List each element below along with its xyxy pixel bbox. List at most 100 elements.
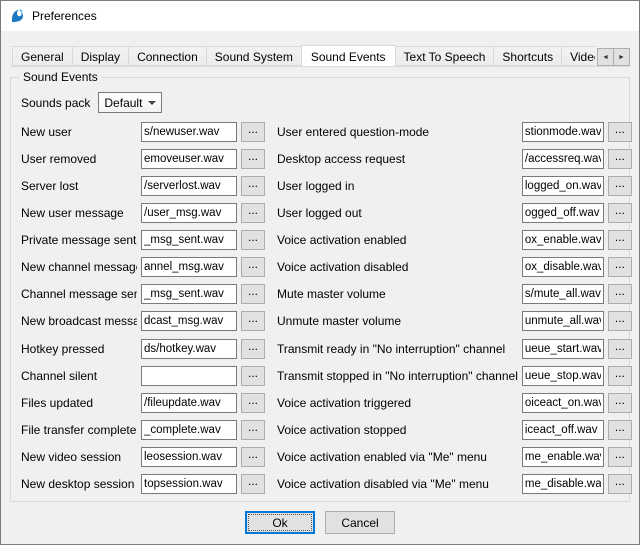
title-bar: Preferences xyxy=(1,1,639,31)
sound-events-groupbox: Sound Events Sounds pack Default New use… xyxy=(10,77,630,502)
sound-file-input[interactable] xyxy=(141,284,237,304)
sound-event-row: Transmit stopped in "No interruption" ch… xyxy=(277,365,632,386)
sound-file-input[interactable] xyxy=(522,474,604,494)
tab-video[interactable]: Video xyxy=(561,46,595,66)
sound-file-input[interactable] xyxy=(141,339,237,359)
browse-button[interactable]: ... xyxy=(241,149,265,169)
sound-file-input[interactable] xyxy=(141,230,237,250)
sound-file-input[interactable] xyxy=(522,339,604,359)
browse-button[interactable]: ... xyxy=(608,176,632,196)
sound-event-label: Desktop access request xyxy=(277,152,518,166)
events-column-left: New user...User removed...Server lost...… xyxy=(21,121,269,495)
browse-button[interactable]: ... xyxy=(241,447,265,467)
sound-file-input[interactable] xyxy=(522,311,604,331)
sound-event-row: File transfer complete... xyxy=(21,420,269,441)
sound-event-row: Hotkey pressed... xyxy=(21,338,269,359)
browse-button[interactable]: ... xyxy=(241,122,265,142)
sound-file-input[interactable] xyxy=(141,420,237,440)
sound-file-input[interactable] xyxy=(141,203,237,223)
browse-button[interactable]: ... xyxy=(608,420,632,440)
browse-button[interactable]: ... xyxy=(608,311,632,331)
browse-button[interactable]: ... xyxy=(608,149,632,169)
browse-button[interactable]: ... xyxy=(608,339,632,359)
sound-event-label: Files updated xyxy=(21,396,137,410)
sound-event-label: Voice activation triggered xyxy=(277,396,518,410)
browse-button[interactable]: ... xyxy=(608,393,632,413)
sound-file-input[interactable] xyxy=(141,393,237,413)
sound-file-input[interactable] xyxy=(522,176,604,196)
browse-button[interactable]: ... xyxy=(608,284,632,304)
sound-file-input[interactable] xyxy=(141,447,237,467)
sound-event-row: Files updated... xyxy=(21,392,269,413)
events-column-right: User entered question-mode...Desktop acc… xyxy=(277,121,632,495)
sound-event-label: User logged in xyxy=(277,179,518,193)
sound-event-label: Transmit stopped in "No interruption" ch… xyxy=(277,369,518,383)
sound-file-input[interactable] xyxy=(522,393,604,413)
sound-event-label: Mute master volume xyxy=(277,287,518,301)
browse-button[interactable]: ... xyxy=(241,311,265,331)
window-title: Preferences xyxy=(32,9,97,23)
cancel-button[interactable]: Cancel xyxy=(325,511,395,534)
sound-file-input[interactable] xyxy=(141,474,237,494)
browse-button[interactable]: ... xyxy=(608,257,632,277)
sound-file-input[interactable] xyxy=(522,230,604,250)
sound-event-label: User removed xyxy=(21,152,137,166)
sound-file-input[interactable] xyxy=(522,149,604,169)
browse-button[interactable]: ... xyxy=(608,447,632,467)
sound-file-input[interactable] xyxy=(522,122,604,142)
sound-file-input[interactable] xyxy=(522,447,604,467)
tab-scroll-right-button[interactable]: ► xyxy=(613,48,630,66)
sound-file-input[interactable] xyxy=(141,311,237,331)
browse-button[interactable]: ... xyxy=(241,284,265,304)
browse-button[interactable]: ... xyxy=(241,474,265,494)
browse-button[interactable]: ... xyxy=(241,257,265,277)
tab-sound-system[interactable]: Sound System xyxy=(206,46,302,66)
sound-file-input[interactable] xyxy=(141,257,237,277)
browse-button[interactable]: ... xyxy=(241,420,265,440)
tab-bar: GeneralDisplayConnectionSound SystemSoun… xyxy=(10,44,630,66)
ok-button[interactable]: Ok xyxy=(245,511,315,534)
sound-event-row: Transmit ready in "No interruption" chan… xyxy=(277,338,632,359)
sound-file-input[interactable] xyxy=(141,176,237,196)
browse-button[interactable]: ... xyxy=(608,122,632,142)
browse-button[interactable]: ... xyxy=(241,339,265,359)
sound-event-row: Voice activation triggered... xyxy=(277,392,632,413)
sound-event-label: New desktop session xyxy=(21,477,137,491)
sounds-pack-select[interactable]: Default xyxy=(98,92,162,113)
tab-general[interactable]: General xyxy=(12,46,73,66)
browse-button[interactable]: ... xyxy=(608,474,632,494)
tab-sound-events[interactable]: Sound Events xyxy=(301,45,396,66)
tab-shortcuts[interactable]: Shortcuts xyxy=(493,46,562,66)
tab-text-to-speech[interactable]: Text To Speech xyxy=(395,46,495,66)
sound-file-input[interactable] xyxy=(522,203,604,223)
sound-file-input[interactable] xyxy=(522,420,604,440)
browse-button[interactable]: ... xyxy=(241,230,265,250)
tab-scroll-left-button[interactable]: ◄ xyxy=(597,48,614,66)
sound-event-row: Mute master volume... xyxy=(277,284,632,305)
sound-event-label: New user message xyxy=(21,206,137,220)
chevron-down-icon xyxy=(148,101,156,105)
sound-event-label: New user xyxy=(21,125,137,139)
browse-button[interactable]: ... xyxy=(608,230,632,250)
sound-file-input[interactable] xyxy=(141,122,237,142)
sound-event-row: New channel message... xyxy=(21,257,269,278)
browse-button[interactable]: ... xyxy=(608,203,632,223)
sound-event-row: Channel message sent... xyxy=(21,284,269,305)
browse-button[interactable]: ... xyxy=(241,203,265,223)
sound-file-input[interactable] xyxy=(522,366,604,386)
sound-file-input[interactable] xyxy=(141,366,237,386)
sound-file-input[interactable] xyxy=(522,284,604,304)
browse-button[interactable]: ... xyxy=(241,393,265,413)
sound-file-input[interactable] xyxy=(522,257,604,277)
sound-event-label: Voice activation enabled via "Me" menu xyxy=(277,450,518,464)
sound-event-label: New broadcast message xyxy=(21,314,137,328)
browse-button[interactable]: ... xyxy=(241,366,265,386)
browse-button[interactable]: ... xyxy=(241,176,265,196)
tab-strip: GeneralDisplayConnectionSound SystemSoun… xyxy=(12,45,595,66)
sound-event-label: Voice activation stopped xyxy=(277,423,518,437)
sounds-pack-label: Sounds pack xyxy=(21,96,90,110)
browse-button[interactable]: ... xyxy=(608,366,632,386)
sound-file-input[interactable] xyxy=(141,149,237,169)
tab-display[interactable]: Display xyxy=(72,46,129,66)
tab-connection[interactable]: Connection xyxy=(128,46,207,66)
